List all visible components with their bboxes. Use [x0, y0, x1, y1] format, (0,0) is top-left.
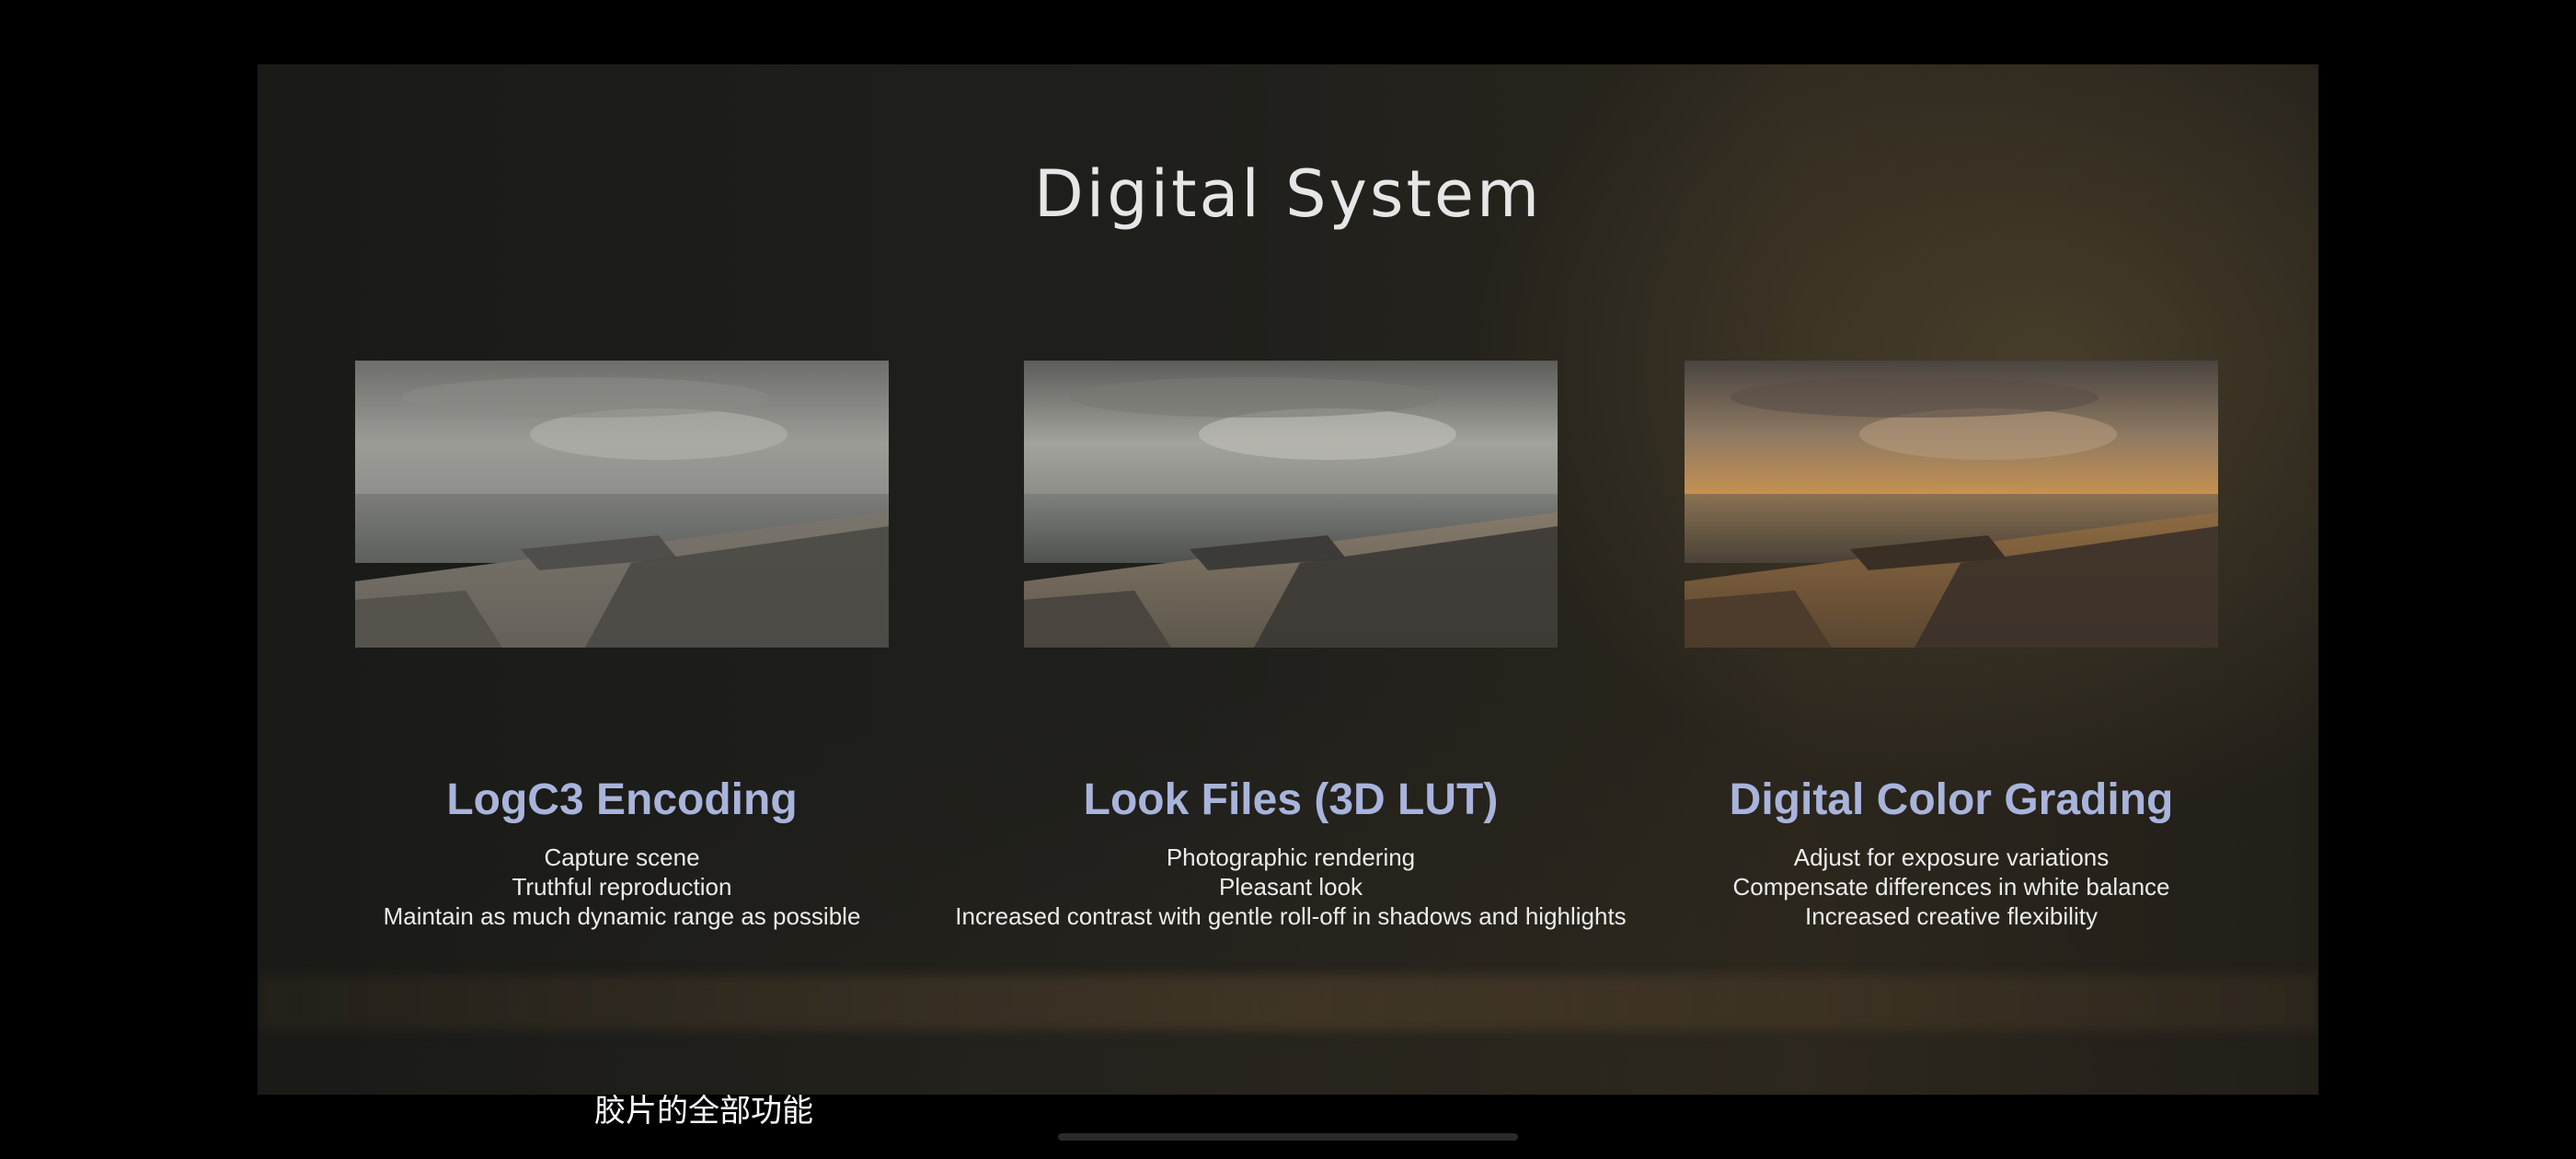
- panel-heading: Look Files (3D LUT): [1083, 775, 1499, 824]
- panel-line: Increased contrast with gentle roll-off …: [955, 902, 1627, 930]
- slide-title: Digital System: [1033, 156, 1543, 232]
- panel-line: Maintain as much dynamic range as possib…: [383, 902, 861, 930]
- panel-line: Photographic rendering: [1166, 843, 1416, 871]
- panel-description: Capture scene Truthful reproduction Main…: [258, 843, 1008, 931]
- panel-line: Truthful reproduction: [512, 873, 732, 901]
- panel-line: Capture scene: [544, 843, 700, 871]
- beach-photo-log: [355, 361, 889, 648]
- beach-photo-lut: [1024, 361, 1558, 648]
- panel-description: Adjust for exposure variations Compensat…: [1565, 843, 2318, 931]
- panel-line: Compensate differences in white balance: [1732, 873, 2170, 901]
- panel-heading: LogC3 Encoding: [446, 775, 798, 824]
- panel-logc3: LogC3 Encoding Capture scene Truthful re…: [355, 361, 889, 930]
- beach-photo-graded: [1685, 361, 2218, 648]
- slide-frame: Digital System LogC3 Encoding Capture sc…: [258, 64, 2318, 1095]
- panel-heading: Digital Color Grading: [1729, 775, 2174, 824]
- panel-line: Pleasant look: [1218, 873, 1363, 901]
- panel-look-files: Look Files (3D LUT) Photographic renderi…: [955, 361, 1627, 930]
- panel-color-grading: Digital Color Grading Adjust for exposur…: [1685, 361, 2218, 930]
- panel-description: Photographic rendering Pleasant look Inc…: [904, 843, 1677, 931]
- video-subtitle: 胶片的全部功能: [594, 1093, 813, 1130]
- video-progress-bar[interactable]: [1058, 1133, 1518, 1141]
- panel-line: Adjust for exposure variations: [1793, 843, 2110, 871]
- panel-line: Increased creative flexibility: [1805, 902, 2098, 930]
